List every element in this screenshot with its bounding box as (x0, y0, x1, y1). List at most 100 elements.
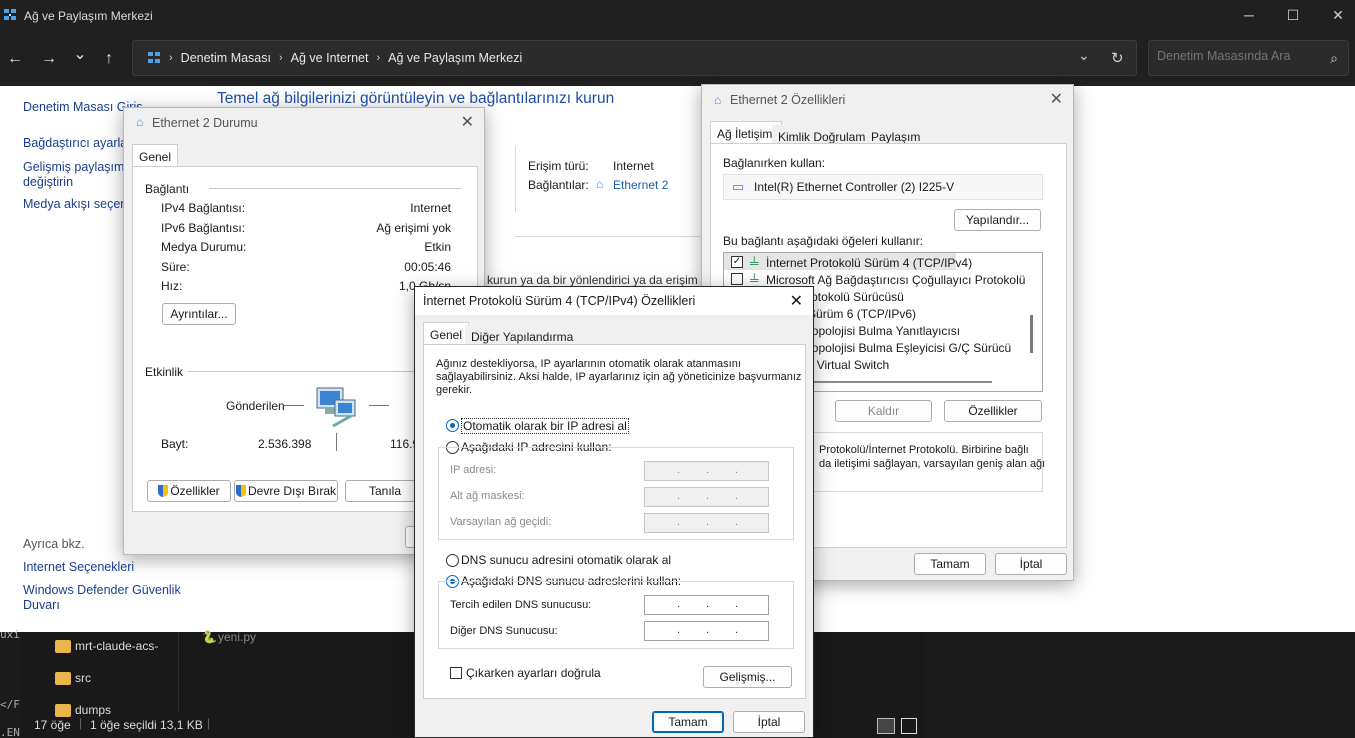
ethernet-icon: ⌂ (136, 115, 144, 129)
status-separator: | (79, 716, 83, 730)
search-box[interactable]: ⌕ (1148, 40, 1349, 76)
file-item[interactable]: yeni.py (218, 630, 256, 644)
maximize-button[interactable]: ☐ (1283, 6, 1303, 24)
auto-ip-radio[interactable] (446, 419, 459, 432)
divider (515, 146, 516, 212)
access-type-label: Erişim türü: (528, 159, 589, 173)
terminal-fragment: uxi (0, 628, 20, 641)
speed-label: Hız: (161, 279, 183, 293)
back-arrow-icon[interactable]: ← (4, 48, 26, 70)
validate-settings-label[interactable]: Çıkarken ayarları doğrula (466, 666, 601, 680)
ok-button[interactable]: Tamam (914, 553, 986, 575)
divider (336, 433, 337, 451)
info-line2: sağlayabilirsiniz. Aksi halde, IP ayarla… (436, 371, 802, 383)
tab-general[interactable]: Genel (423, 322, 470, 346)
preferred-dns-field[interactable]: ... (644, 595, 769, 615)
close-icon[interactable]: ✕ (1050, 89, 1063, 109)
connect-using-label: Bağlanırken kullan: (723, 156, 826, 170)
sidebar-link-internet-options[interactable]: Internet Seçenekleri (23, 560, 134, 575)
search-input[interactable] (1157, 49, 1317, 63)
sidebar-link-adapter-settings[interactable]: Bağdaştırıcı ayarları (23, 136, 135, 151)
folder-item[interactable]: src (75, 671, 91, 685)
see-also-heading: Ayrıca bkz. (23, 537, 85, 551)
ipv4-label: IPv4 Bağlantısı: (161, 201, 246, 215)
page-title: Temel ağ bilgilerinizi görüntüleyin ve b… (217, 90, 615, 107)
tab-general[interactable]: Genel (132, 144, 179, 168)
terminal-fragment: </F (0, 698, 20, 711)
sidebar-link-advanced-sharing[interactable]: Gelişmiş paylaşım a (23, 160, 135, 175)
recent-locations-chevron-icon[interactable]: ⌄ (69, 44, 91, 66)
sidebar-link-media-streaming[interactable]: Medya akışı seçene (23, 197, 134, 212)
tiles-view-icon[interactable] (901, 718, 917, 734)
breadcrumb-item-network-sharing[interactable]: Ağ ve Paylaşım Merkezi (388, 51, 522, 65)
uac-shield-icon (158, 485, 169, 497)
alternate-dns-field[interactable]: ... (644, 621, 769, 641)
search-icon[interactable]: ⌕ (1330, 50, 1338, 67)
disable-button[interactable]: Devre Dışı Bırak (234, 480, 338, 502)
up-arrow-icon[interactable]: ↑ (98, 48, 120, 70)
item-properties-button[interactable]: Özellikler (944, 400, 1042, 422)
sidebar-link-advanced-sharing-line2[interactable]: değiştirin (23, 175, 73, 190)
default-gateway-label: Varsayılan ağ geçidi: (450, 516, 552, 528)
adapter-name: Intel(R) Ethernet Controller (2) I225-V (754, 180, 955, 194)
item-checkbox-multiplexor[interactable] (731, 273, 743, 285)
ipv4-value: Internet (410, 201, 451, 215)
item-checkbox-ipv4[interactable]: ✓ (731, 256, 743, 268)
details-button[interactable]: Ayrıntılar... (162, 303, 236, 325)
subnet-mask-field[interactable]: ... (644, 487, 769, 507)
auto-dns-label[interactable]: DNS sunucu adresini otomatik olarak al (461, 553, 671, 567)
protocol-icon: ╧ (750, 256, 759, 270)
cancel-button[interactable]: İptal (733, 711, 805, 733)
sidebar-link-defender-firewall[interactable]: Windows Defender Güvenlik (23, 583, 181, 598)
properties-button-label: Özellikler (170, 484, 220, 498)
close-button[interactable]: ✕ (1328, 6, 1348, 24)
configure-button[interactable]: Yapılandır... (954, 209, 1041, 231)
sent-label: Gönderilen (226, 399, 285, 413)
scrollbar-horizontal[interactable] (814, 381, 992, 383)
ok-button[interactable]: Tamam (652, 711, 724, 733)
activity-section-label: Etkinlik (145, 365, 184, 379)
connection-link-ethernet2[interactable]: Ethernet 2 (613, 178, 668, 192)
ip-address-field[interactable]: ... (644, 461, 769, 481)
default-gateway-field[interactable]: ... (644, 513, 769, 533)
details-view-icon[interactable] (877, 718, 895, 734)
advanced-button[interactable]: Gelişmiş... (703, 666, 792, 688)
validate-settings-checkbox[interactable] (450, 667, 462, 679)
terminal-fragment: .EN (0, 726, 20, 738)
address-dropdown-icon[interactable]: ⌄ (1078, 47, 1090, 64)
properties-button[interactable]: Özellikler (147, 480, 231, 502)
divider (209, 188, 461, 189)
info-line1: Ağınız destekliyorsa, IP ayarlarının oto… (436, 358, 741, 370)
close-icon[interactable]: ✕ (790, 291, 803, 311)
python-file-icon: 🐍 (202, 630, 217, 644)
list-item-ipv4[interactable]: İnternet Protokolü Sürüm 4 (TCP/IPv4) (766, 256, 972, 270)
control-panel-icon (148, 52, 160, 63)
breadcrumb-separator: › (278, 52, 283, 64)
scrollbar-vertical[interactable] (1030, 315, 1033, 353)
auto-dns-radio[interactable] (446, 554, 459, 567)
network-computers-icon (316, 387, 356, 428)
info-line3: gerekir. (436, 384, 473, 396)
cancel-button[interactable]: İptal (995, 553, 1067, 575)
close-icon[interactable]: ✕ (461, 112, 474, 132)
folder-icon (55, 672, 71, 685)
diagnose-button[interactable]: Tanıla (345, 480, 425, 502)
auto-ip-label[interactable]: Otomatik olarak bir IP adresi al (461, 418, 629, 434)
sidebar-link-defender-firewall-line2[interactable]: Duvarı (23, 598, 60, 613)
breadcrumb-item-control-panel[interactable]: Denetim Masası (181, 51, 271, 65)
refresh-icon[interactable]: ↻ (1111, 49, 1124, 67)
media-state-label: Medya Durumu: (161, 240, 247, 254)
dialog-title: Ethernet 2 Özellikleri (730, 93, 846, 107)
protocol-icon: ╧ (750, 273, 759, 287)
minimize-button[interactable]: ─ (1239, 6, 1259, 24)
forward-arrow-icon[interactable]: → (38, 48, 60, 70)
duration-label: Süre: (161, 260, 190, 274)
bytes-label: Bayt: (161, 437, 189, 451)
folder-item[interactable]: mrt-claude-acs- (75, 639, 158, 653)
dialog-title: Ethernet 2 Durumu (152, 116, 258, 130)
address-bar[interactable]: › Denetim Masası › Ağ ve Internet › Ağ v… (132, 40, 1137, 76)
ethernet-icon: ⌂ (714, 93, 722, 107)
breadcrumb-item-network-internet[interactable]: Ağ ve Internet (291, 51, 369, 65)
uninstall-button[interactable]: Kaldır (835, 400, 932, 422)
list-item-multiplexor[interactable]: Microsoft Ağ Bağdaştırıcısı Çoğullayıcı … (766, 273, 1025, 287)
